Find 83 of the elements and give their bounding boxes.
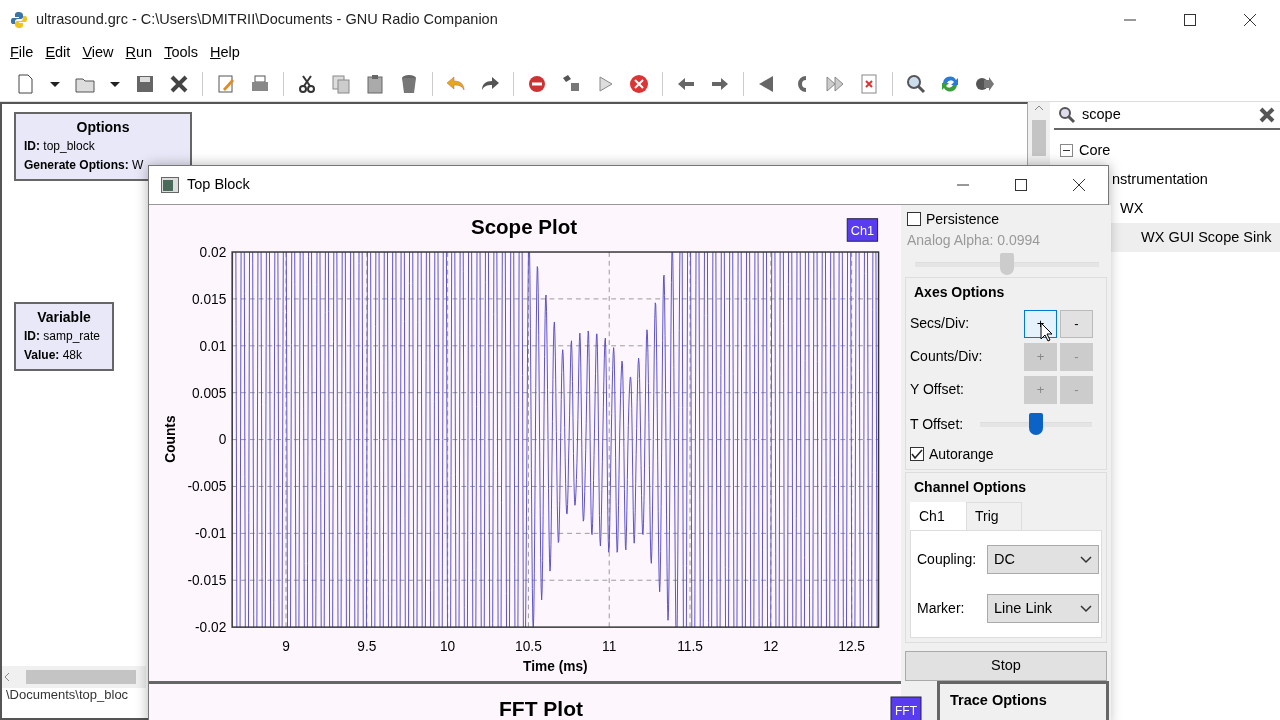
axis-tick-label: -0.005 — [187, 479, 227, 495]
axis-tick-label: 0.005 — [192, 385, 227, 401]
axis-label: Counts — [163, 415, 179, 463]
tab[interactable]: Ch1 — [910, 502, 966, 530]
menu-item[interactable]: Run — [119, 42, 159, 64]
search-field[interactable]: scope — [1080, 103, 1254, 127]
menu-item[interactable]: Tools — [158, 42, 205, 64]
tab[interactable]: Trig — [966, 502, 1022, 530]
window-app-icon — [161, 177, 179, 193]
menu-item[interactable]: Help — [204, 42, 246, 64]
tree-item[interactable]: Core — [1054, 136, 1111, 165]
collapse-icon[interactable] — [1060, 144, 1073, 157]
chevron-down-icon — [1080, 604, 1092, 613]
section-heading: Trace Options — [937, 681, 1109, 720]
field-label: T Offset: — [910, 414, 965, 434]
block-parameter: Generate Options: W — [24, 157, 145, 174]
dropdown[interactable]: DC — [987, 545, 1099, 574]
window-title: ultrasound.grc - C:\Users\DMITRII\Documents - GNU Radio Companion — [36, 10, 498, 30]
menu-item[interactable]: File — [4, 42, 40, 64]
close-icon[interactable] — [1072, 178, 1086, 192]
field-label: Y Offset: — [910, 380, 965, 399]
file-path: \Documents\top_bloc — [6, 688, 129, 702]
stop-icon[interactable] — [628, 72, 650, 95]
axis-tick-label: 0.01 — [199, 338, 227, 354]
scroll-thumb[interactable] — [26, 670, 136, 684]
checkbox[interactable] — [907, 212, 921, 226]
checkbox[interactable] — [910, 447, 924, 461]
tree-item[interactable]: nstrumentation — [1110, 165, 1280, 194]
clipboard-icon[interactable] — [364, 72, 386, 95]
block-title: Variable — [36, 308, 92, 327]
checkmark-icon — [911, 448, 923, 460]
search-icon — [1058, 106, 1076, 124]
field-label: Secs/Div: — [910, 314, 971, 333]
axis-tick-label: -0.015 — [187, 573, 227, 589]
decrease-button[interactable]: - — [1060, 309, 1093, 338]
axis-tick-label: 9.5 — [357, 638, 377, 654]
stop-button[interactable]: Stop — [905, 651, 1107, 681]
clear-icon[interactable] — [1258, 106, 1276, 124]
checkbox-label: Persistence — [926, 211, 1000, 227]
axis-tick-label: 0 — [218, 432, 227, 448]
maximize-icon[interactable] — [1183, 13, 1197, 27]
axis-tick-label: 12 — [763, 638, 779, 654]
axis-tick-label: -0.01 — [195, 526, 227, 542]
axis-tick-label: 0.02 — [199, 244, 227, 260]
section-heading: Axes Options — [914, 283, 1006, 302]
axis-tick-label: 10.5 — [515, 638, 542, 654]
axis-tick-label: 11 — [602, 638, 617, 654]
block-parameter: ID: samp_rate — [24, 328, 102, 345]
close-icon[interactable] — [1243, 13, 1257, 27]
plot-title: FFT Plot — [499, 697, 583, 720]
search-icon[interactable] — [905, 72, 927, 95]
field-label: Counts/Div: — [910, 347, 984, 366]
menu-item[interactable]: Edit — [39, 42, 77, 64]
tree-item[interactable]: WX GUI Scope Sink — [1110, 223, 1280, 252]
section-heading: Channel Options — [914, 478, 1027, 497]
axis-label: Time (ms) — [523, 659, 588, 675]
document-x-icon[interactable] — [858, 72, 880, 95]
chevron-down-icon — [1080, 555, 1092, 564]
scroll-left-icon[interactable] — [2, 671, 12, 683]
edit-icon[interactable] — [215, 72, 237, 95]
field-label: Marker: — [917, 599, 966, 618]
menu-item[interactable]: View — [76, 42, 120, 64]
channel-badge[interactable]: Ch1 — [846, 218, 879, 242]
block-parameter: ID: top_block — [24, 138, 96, 155]
checkbox-label: Autorange — [929, 446, 994, 462]
axis-tick-label: 11.5 — [677, 638, 703, 654]
maximize-icon[interactable] — [1014, 178, 1028, 192]
dropdown[interactable]: Line Link — [987, 594, 1099, 623]
axis-tick-label: 12.5 — [838, 638, 865, 654]
plot-title: Scope Plot — [470, 215, 578, 239]
axis-tick-label: 10 — [440, 638, 456, 654]
axis-tick-label: 0.015 — [192, 291, 227, 307]
block-title: Options — [75, 118, 131, 137]
channel-badge[interactable]: FFT — [890, 696, 922, 720]
scroll-thumb[interactable] — [1032, 120, 1046, 156]
field-label: Coupling: — [917, 550, 978, 569]
block-parameter: Value: 48k — [24, 347, 84, 364]
tree-item[interactable]: WX — [1110, 194, 1280, 223]
flowgraph-block[interactable]: Variable ID: samp_rate Value: 48k — [14, 302, 114, 371]
axis-tick-label: -0.02 — [195, 620, 227, 636]
slider-label: Analog Alpha: 0.0994 — [907, 231, 1042, 250]
axis-tick-label: 9 — [282, 638, 290, 654]
snake-logo-icon — [10, 11, 28, 29]
